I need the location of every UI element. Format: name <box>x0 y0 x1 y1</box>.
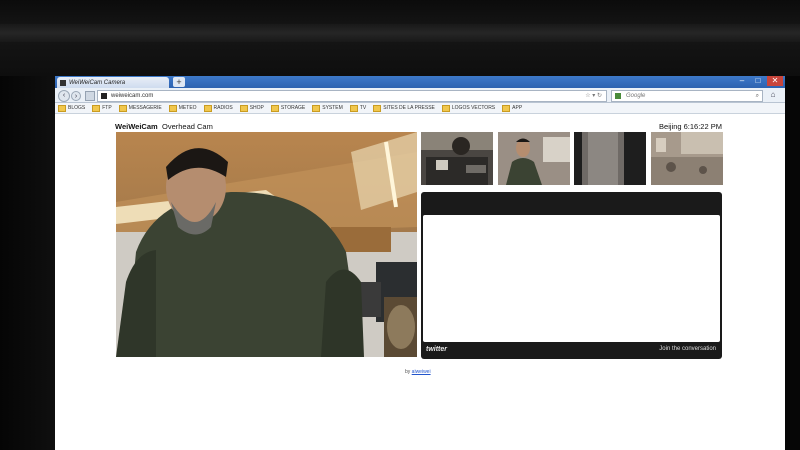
main-camera-feed[interactable] <box>116 132 417 357</box>
folder-icon <box>92 104 101 112</box>
thumbnail-image <box>498 132 570 185</box>
camera-thumbnail[interactable]: desk-cam <box>421 132 493 185</box>
bookmark-folder[interactable]: STORAGE <box>270 104 305 112</box>
new-tab-button[interactable]: + <box>173 77 185 87</box>
folder-icon <box>312 104 321 112</box>
site-title: WeiWeiCam <box>115 122 158 131</box>
folder-icon <box>502 104 511 112</box>
folder-icon <box>168 104 177 112</box>
tv-background-band <box>0 24 800 42</box>
navigation-bar: ‹ › weiweicam.com ☆ ▾ ↻ Google ⌕ ⌂ <box>55 88 785 103</box>
camera-name: Overhead Cam <box>162 122 213 131</box>
footer-credit: by aiweiwei <box>405 369 431 375</box>
bookmark-folder[interactable]: TV <box>349 104 366 112</box>
bookmark-folder[interactable]: SYSTEM <box>312 104 343 112</box>
camera-thumbnail[interactable]: courtyard-cam <box>651 132 723 185</box>
web-page: WeiWeiCam Overhead Cam Beijing 6:16:22 P… <box>55 115 785 450</box>
forward-button[interactable]: › <box>71 91 81 101</box>
search-icon[interactable]: ⌕ <box>756 91 759 101</box>
footer-link[interactable]: aiweiwei <box>412 369 431 375</box>
minimize-button[interactable]: – <box>735 76 749 86</box>
bookmark-folder[interactable]: BLOGS <box>58 104 85 112</box>
bookmark-folder[interactable]: APP <box>502 104 522 112</box>
site-identity-icon <box>101 93 107 99</box>
bookmark-folder[interactable]: MESSAGERIE <box>118 104 162 112</box>
bookmark-folder[interactable]: LOGOS VECTORS <box>441 104 495 112</box>
bookmarks-toolbar: BLOGS FTP MESSAGERIE METEO RADIOS SHOP S… <box>55 103 785 114</box>
url-tools[interactable]: ☆ ▾ ↻ <box>585 91 602 101</box>
search-engine-icon[interactable] <box>615 93 621 99</box>
address-bar[interactable]: weiweicam.com ☆ ▾ ↻ <box>97 90 607 102</box>
folder-icon <box>270 104 279 112</box>
folder-icon <box>373 104 382 112</box>
footer-prefix: by <box>405 369 411 375</box>
history-icon[interactable] <box>85 91 95 101</box>
folder-icon <box>349 104 358 112</box>
bookmark-folder[interactable]: METEO <box>168 104 197 112</box>
tab-title: WeiWeiCam Camera <box>69 79 126 86</box>
search-input[interactable]: Google ⌕ <box>611 90 763 102</box>
twitter-feed[interactable] <box>423 215 720 342</box>
bookmark-folder[interactable]: SITES DE LA PRESSE <box>373 104 435 112</box>
folder-icon <box>203 104 212 112</box>
folder-icon <box>58 104 66 112</box>
tab-weiweicam[interactable]: WeiWeiCam Camera <box>57 77 169 88</box>
maximize-button[interactable]: □ <box>751 76 765 86</box>
camera-image <box>116 132 417 357</box>
home-icon[interactable]: ⌂ <box>767 90 779 100</box>
thumbnail-image <box>574 132 646 185</box>
beijing-clock: Beijing 6:16:22 PM <box>659 122 722 131</box>
bookmark-folder[interactable]: RADIOS <box>203 104 233 112</box>
folder-icon <box>239 104 248 112</box>
tv-background-right <box>785 76 800 450</box>
twitter-footer: twitter Join the conversation <box>421 342 722 359</box>
thumbnail-image <box>651 132 723 185</box>
folder-icon <box>441 104 450 112</box>
folder-icon <box>118 104 127 112</box>
bookmark-folder[interactable]: SHOP <box>239 104 264 112</box>
browser-window: WeiWeiCam Camera + – □ ✕ ‹ › weiweicam.c… <box>55 76 785 450</box>
tab-strip: WeiWeiCam Camera + – □ ✕ <box>55 76 785 88</box>
tv-background-left <box>0 76 55 450</box>
url-text: weiweicam.com <box>111 93 154 99</box>
camera-thumbnail[interactable]: door-cam <box>574 132 646 185</box>
join-conversation-link[interactable]: Join the conversation <box>659 346 716 352</box>
bookmark-folder[interactable]: FTP <box>92 104 112 112</box>
thumbnail-image <box>421 132 493 185</box>
twitter-logo[interactable]: twitter <box>426 346 447 353</box>
back-button[interactable]: ‹ <box>58 90 70 102</box>
favicon-icon <box>60 79 66 86</box>
twitter-widget: twitter Join the conversation <box>421 192 722 359</box>
close-window-button[interactable]: ✕ <box>767 76 783 86</box>
camera-thumbnail[interactable]: office-cam <box>498 132 570 185</box>
search-placeholder: Google <box>626 93 646 99</box>
